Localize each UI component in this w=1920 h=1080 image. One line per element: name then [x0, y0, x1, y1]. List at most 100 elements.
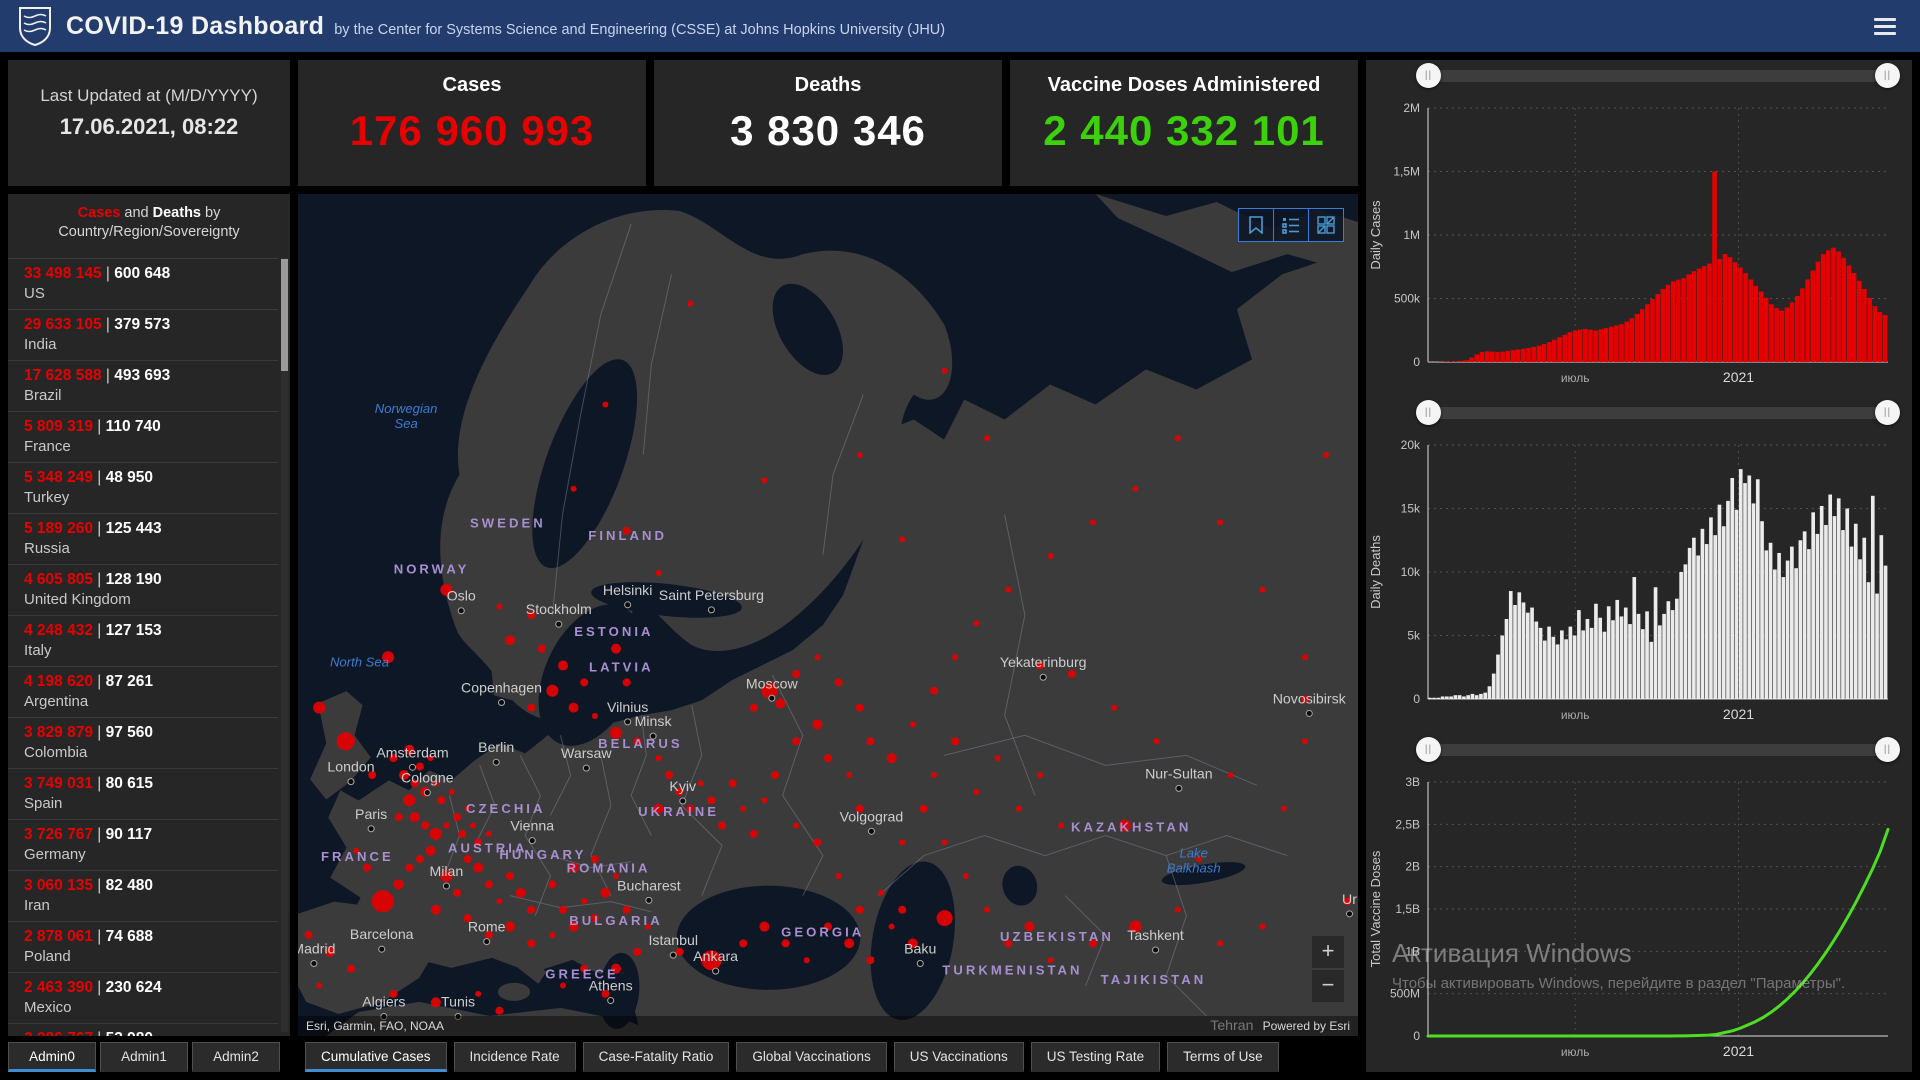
slider-handle-left[interactable]: || [1416, 400, 1441, 425]
country-name: Argentina [24, 692, 278, 712]
daily-cases-time-slider[interactable]: || || [1366, 60, 1912, 94]
country-name: France [24, 437, 278, 457]
map-label-kyiv: Kyiv [669, 778, 696, 794]
map-label-warsaw: Warsaw [561, 745, 612, 761]
map-label-estonia: ESTONIA [574, 624, 653, 639]
list-scrollbar-thumb[interactable] [281, 259, 288, 371]
country-list-panel: Cases and Deaths by Country/Region/Sover… [8, 194, 290, 1036]
country-row[interactable]: 4 248 432 | 127 153Italy [8, 615, 278, 666]
deaths-value: 3 830 346 [654, 107, 1002, 155]
country-row[interactable]: 3 726 767 | 90 117Germany [8, 819, 278, 870]
svg-text:5k: 5k [1407, 629, 1421, 643]
country-row[interactable]: 33 498 145 | 600 648US [8, 258, 278, 309]
cases-card: Cases 176 960 993 [298, 60, 646, 186]
tab-cumulative-cases[interactable]: Cumulative Cases [305, 1042, 447, 1072]
tab-us-testing-rate[interactable]: US Testing Rate [1031, 1042, 1160, 1072]
slider-handle-right[interactable]: || [1875, 63, 1900, 88]
menu-icon[interactable] [1868, 12, 1902, 41]
country-name: Spain [24, 794, 278, 814]
zoom-out-button[interactable]: − [1312, 970, 1344, 1002]
daily-deaths-chart[interactable]: 20k15k10k5k0июль2021Daily Deaths [1366, 431, 1912, 731]
country-row[interactable]: 5 809 319 | 110 740France [8, 411, 278, 462]
daily-deaths-chart-block: || || 20k15k10k5k0июль2021Daily Deaths [1366, 397, 1912, 734]
cases-label: Cases [298, 74, 646, 97]
country-row[interactable]: 5 348 249 | 48 950Turkey [8, 462, 278, 513]
map-label-bucharest: Bucharest [617, 877, 681, 893]
country-row[interactable]: 29 633 105 | 379 573India [8, 309, 278, 360]
map-label-amsterdam: Amsterdam [376, 744, 448, 760]
country-row[interactable]: 3 060 135 | 82 480Iran [8, 870, 278, 921]
country-deaths: 48 950 [106, 469, 153, 486]
map-label-stockholm: Stockholm [526, 601, 592, 617]
list-scrollbar[interactable] [281, 258, 288, 1032]
country-row[interactable]: 4 605 805 | 128 190United Kingdom [8, 564, 278, 615]
zoom-in-button[interactable]: + [1312, 936, 1344, 968]
slider-track[interactable] [1428, 744, 1888, 756]
map-label-bulgaria: BULGARIA [569, 913, 662, 928]
slider-handle-right[interactable]: || [1875, 737, 1900, 762]
map-label-ur: Ur [1342, 891, 1357, 907]
country-cases: 3 726 767 [24, 826, 93, 843]
map-label-latvia: LATVIA [589, 659, 654, 674]
map-label-ukraine: UKRAINE [638, 804, 719, 819]
map-label-uzbekistan: UZBEKISTAN [1000, 929, 1114, 944]
map-label-ankara: Ankara [693, 948, 738, 964]
vaccine-doses-time-slider[interactable]: || || [1366, 734, 1912, 768]
country-deaths: 600 648 [114, 265, 170, 282]
daily-cases-chart[interactable]: 2M1,5M1M500k0июль2021Daily Cases [1366, 94, 1912, 394]
map-label-barcelona: Barcelona [350, 926, 414, 942]
country-name: Turkey [24, 488, 278, 508]
bookmark-icon[interactable] [1238, 208, 1274, 242]
daily-deaths-time-slider[interactable]: || || [1366, 397, 1912, 431]
country-row[interactable]: 4 198 620 | 87 261Argentina [8, 666, 278, 717]
country-row[interactable]: 3 829 879 | 97 560Colombia [8, 717, 278, 768]
country-deaths: 97 560 [106, 724, 153, 741]
slider-track[interactable] [1428, 407, 1888, 419]
svg-text:июль: июль [1561, 1045, 1590, 1059]
country-row[interactable]: 2 463 390 | 230 624Mexico [8, 972, 278, 1023]
svg-text:1M: 1M [1403, 228, 1420, 242]
world-map[interactable]: NORWAYSWEDENFINLANDESTONIALATVIABELARUSU… [298, 194, 1358, 1036]
powered-by-esri[interactable]: Powered by Esri [1263, 1019, 1350, 1033]
title-cases-word: Cases [78, 205, 121, 221]
svg-text:2B: 2B [1405, 860, 1420, 874]
slider-handle-left[interactable]: || [1416, 737, 1441, 762]
tab-us-vaccinations[interactable]: US Vaccinations [894, 1042, 1024, 1072]
country-row[interactable]: 3 749 031 | 80 615Spain [8, 768, 278, 819]
country-row[interactable]: 2 286 767 | 53 980Ukraine [8, 1023, 278, 1036]
country-row[interactable]: 5 189 260 | 125 443Russia [8, 513, 278, 564]
country-deaths: 90 117 [106, 826, 153, 843]
tab-terms-of-use[interactable]: Terms of Use [1167, 1042, 1279, 1072]
title-deaths-word: Deaths [153, 205, 201, 221]
slider-track[interactable] [1428, 70, 1888, 82]
map-attribution-bar: Esri, Garmin, FAO, NOAA Powered by Esri [298, 1016, 1358, 1036]
tab-incidence-rate[interactable]: Incidence Rate [454, 1042, 576, 1072]
country-deaths: 82 480 [106, 877, 153, 894]
map-canvas[interactable]: NORWAYSWEDENFINLANDESTONIALATVIABELARUSU… [298, 194, 1358, 1036]
map-label-saint-petersburg: Saint Petersburg [659, 587, 764, 603]
tab-admin1[interactable]: Admin1 [100, 1042, 188, 1072]
tab-case-fatality-ratio[interactable]: Case-Fatality Ratio [583, 1042, 730, 1072]
map-attribution: Esri, Garmin, FAO, NOAA [306, 1019, 444, 1033]
slider-handle-right[interactable]: || [1875, 400, 1900, 425]
country-cases: 2 878 061 [24, 928, 93, 945]
tab-admin2[interactable]: Admin2 [192, 1042, 280, 1072]
country-name: India [24, 335, 278, 355]
country-row[interactable]: 17 628 588 | 493 693Brazil [8, 360, 278, 411]
tab-global-vaccinations[interactable]: Global Vaccinations [736, 1042, 886, 1072]
country-deaths: 110 740 [106, 418, 161, 435]
map-label-vienna: Vienna [510, 818, 554, 834]
country-cases: 2 286 767 [24, 1030, 93, 1036]
slider-handle-left[interactable]: || [1416, 63, 1441, 88]
vaccine-doses-chart[interactable]: 3B2,5B2B1,5B1B500M0июль2021Total Vaccine… [1366, 768, 1912, 1068]
tab-admin0[interactable]: Admin0 [8, 1042, 96, 1072]
country-deaths: 127 153 [106, 622, 162, 639]
basemap-icon[interactable] [1308, 208, 1344, 242]
map-label-london: London [327, 759, 374, 775]
map-label-yekaterinburg: Yekaterinburg [1000, 654, 1087, 670]
country-cases: 3 829 879 [24, 724, 93, 741]
vaccine-doses-value: 2 440 332 101 [1010, 107, 1358, 155]
country-row[interactable]: 2 878 061 | 74 688Poland [8, 921, 278, 972]
svg-text:1,5M: 1,5M [1393, 165, 1420, 179]
legend-icon[interactable] [1273, 208, 1309, 242]
